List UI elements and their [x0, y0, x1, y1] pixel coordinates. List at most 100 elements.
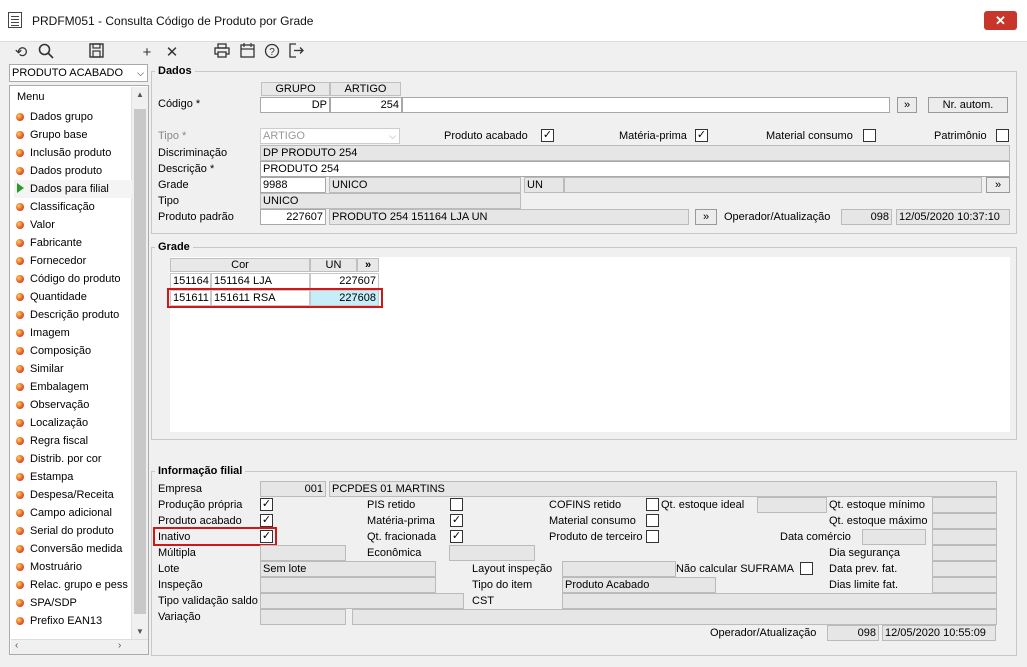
data-comercio-label: Data comércio: [780, 531, 851, 543]
producao-propria-checkbox[interactable]: ✓: [260, 498, 273, 511]
sidebar-item[interactable]: SPA/SDP: [14, 594, 132, 612]
tipo-select[interactable]: ARTIGO ⌵: [260, 128, 400, 144]
sidebar-item-label: Dados grupo: [30, 111, 93, 123]
document-icon: [8, 12, 22, 28]
nao-calcular-suframa-checkbox[interactable]: [800, 562, 813, 575]
save-icon[interactable]: [86, 43, 106, 63]
sidebar-item[interactable]: Conversão medida: [14, 540, 132, 558]
sidebar-item[interactable]: Fabricante: [14, 234, 132, 252]
grade-extra-field: [564, 177, 982, 193]
sidebar-item[interactable]: Similar: [14, 360, 132, 378]
toolbar: ⟲ + ✕ ?: [0, 42, 1027, 64]
sidebar-item-label: Localização: [30, 417, 89, 429]
bullet-icon: [16, 563, 24, 571]
sidebar-item[interactable]: Inclusão produto: [14, 144, 132, 162]
grade-code-input[interactable]: 9988: [260, 177, 326, 193]
sidebar-item[interactable]: Distrib. por cor: [14, 450, 132, 468]
pis-retido-checkbox[interactable]: [450, 498, 463, 511]
sidebar-item[interactable]: Composição: [14, 342, 132, 360]
material-consumo-filial-checkbox[interactable]: [646, 514, 659, 527]
produto-acabado-label: Produto acabado: [444, 130, 528, 142]
sidebar-item[interactable]: Serial do produto: [14, 522, 132, 540]
grupo-input[interactable]: DP: [260, 97, 330, 113]
sidebar-item[interactable]: Grupo base: [14, 126, 132, 144]
sidebar-item[interactable]: Fornecedor: [14, 252, 132, 270]
dados-title: Dados: [155, 65, 195, 77]
sidebar-item-label: Dados para filial: [30, 183, 109, 195]
patrimonio-label: Patrimônio: [934, 130, 987, 142]
sidebar-item[interactable]: Estampa: [14, 468, 132, 486]
sidebar-item[interactable]: Dados grupo: [14, 108, 132, 126]
produto-terceiro-checkbox[interactable]: [646, 530, 659, 543]
sidebar-item[interactable]: Observação: [14, 396, 132, 414]
grade-cell-code: 151164: [170, 273, 211, 289]
descricao-input[interactable]: PRODUTO 254: [260, 161, 1010, 177]
sidebar-item[interactable]: Código do produto: [14, 270, 132, 288]
produto-padrao-lookup-button[interactable]: »: [695, 209, 717, 225]
calendar-icon[interactable]: [237, 43, 257, 63]
sidebar-item-label: Regra fiscal: [30, 435, 89, 447]
sidebar-item[interactable]: Localização: [14, 414, 132, 432]
patrimonio-checkbox[interactable]: [996, 129, 1009, 142]
title-bar: PRDFM051 - Consulta Código de Produto po…: [0, 0, 1027, 42]
filial-operador-label: Operador/Atualização: [710, 627, 817, 639]
produto-padrao-code-input[interactable]: 227607: [260, 209, 326, 225]
materia-prima-filial-checkbox[interactable]: ✓: [450, 514, 463, 527]
codigo-extra-field[interactable]: [402, 97, 890, 113]
print-icon[interactable]: [212, 43, 232, 63]
help-icon[interactable]: ?: [262, 43, 282, 63]
exit-icon[interactable]: [287, 43, 307, 63]
sidebar-item-label: Despesa/Receita: [30, 489, 114, 501]
sidebar-item[interactable]: Embalagem: [14, 378, 132, 396]
search-icon[interactable]: [36, 43, 56, 63]
multipla-field: [260, 545, 346, 561]
delete-icon[interactable]: ✕: [162, 43, 182, 63]
bullet-icon: [16, 311, 24, 319]
grade-expand-button[interactable]: »: [357, 258, 379, 272]
sidebar-item[interactable]: Dados produto: [14, 162, 132, 180]
materia-prima-checkbox[interactable]: ✓: [695, 129, 708, 142]
grade-lookup-button[interactable]: »: [986, 177, 1010, 193]
inativo-highlight-box: [153, 527, 277, 546]
sidebar-item[interactable]: Classificação: [14, 198, 132, 216]
sidebar-item-label: Código do produto: [30, 273, 121, 285]
sidebar-item[interactable]: Imagem: [14, 324, 132, 342]
cofins-retido-checkbox[interactable]: [646, 498, 659, 511]
close-button[interactable]: ✕: [984, 11, 1017, 30]
sidebar-item-label: Relac. grupo e pess: [30, 579, 128, 591]
sidebar-item[interactable]: Dados para filial: [14, 180, 132, 198]
produto-acabado-checkbox[interactable]: ✓: [541, 129, 554, 142]
sidebar-item[interactable]: Despesa/Receita: [14, 486, 132, 504]
sidebar-item[interactable]: Mostruário: [14, 558, 132, 576]
bullet-icon: [16, 365, 24, 373]
sidebar-item[interactable]: Quantidade: [14, 288, 132, 306]
sidebar-item[interactable]: Relac. grupo e pess: [14, 576, 132, 594]
sidebar-item[interactable]: Campo adicional: [14, 504, 132, 522]
operador-code-field: 098: [841, 209, 892, 225]
qt-estoque-ideal-label: Qt. estoque ideal: [661, 499, 745, 511]
bullet-icon: [16, 203, 24, 211]
produto-acabado-filial-checkbox[interactable]: ✓: [260, 514, 273, 527]
material-consumo-checkbox[interactable]: [863, 129, 876, 142]
active-arrow-icon: [17, 183, 24, 193]
horizontal-scrollbar[interactable]: ‹ ›: [11, 639, 148, 654]
undo-icon[interactable]: ⟲: [11, 43, 31, 63]
product-type-select[interactable]: PRODUTO ACABADO ⌵: [9, 64, 148, 82]
tipo2-label: Tipo: [158, 195, 179, 207]
codigo-lookup-button[interactable]: »: [897, 97, 917, 113]
vertical-scrollbar[interactable]: ▲ ▼: [131, 87, 148, 639]
add-icon[interactable]: +: [137, 43, 157, 63]
lote-field: Sem lote: [260, 561, 436, 577]
data-prev-fat-field: [932, 561, 997, 577]
artigo-input[interactable]: 254: [330, 97, 402, 113]
filial-operador-date-field: 12/05/2020 10:55:09: [882, 625, 996, 641]
sidebar-item[interactable]: Descrição produto: [14, 306, 132, 324]
artigo-header: ARTIGO: [330, 82, 401, 96]
sidebar-item[interactable]: Prefixo EAN13: [14, 612, 132, 630]
qt-fracionada-checkbox[interactable]: ✓: [450, 530, 463, 543]
nr-autom-button[interactable]: Nr. autom.: [928, 97, 1008, 113]
tipo-item-label: Tipo do item: [472, 579, 533, 591]
sidebar-item[interactable]: Regra fiscal: [14, 432, 132, 450]
grade-cell-value[interactable]: 227607: [310, 273, 379, 289]
sidebar-item[interactable]: Valor: [14, 216, 132, 234]
